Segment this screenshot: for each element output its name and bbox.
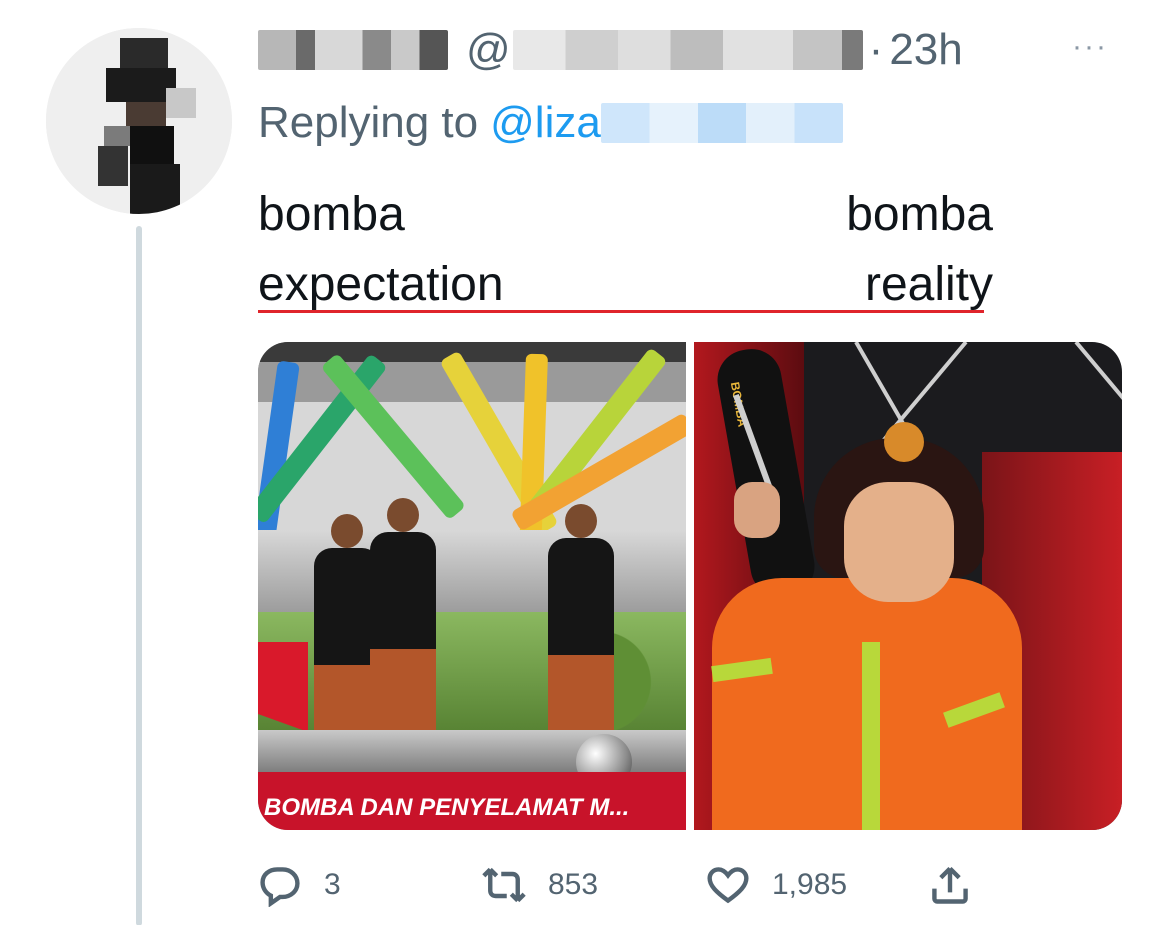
text-right-column: bomba reality: [846, 180, 993, 320]
share-icon: [932, 866, 968, 904]
more-icon[interactable]: ···: [1072, 30, 1108, 64]
handle-at: @: [466, 25, 511, 74]
display-name-redacted[interactable]: [258, 30, 448, 70]
truck-banner-text: BOMBA DAN PENYELAMAT M...: [264, 794, 630, 821]
suit-stripe: [862, 642, 880, 830]
like-button[interactable]: 1,985: [706, 860, 847, 910]
retweet-button[interactable]: 853: [482, 860, 598, 910]
reply-mention-link[interactable]: @liza: [490, 98, 601, 148]
reply-count: 3: [324, 868, 341, 901]
like-count: 1,985: [772, 868, 848, 901]
separator-dot: ·: [868, 25, 884, 74]
kid-fist: [734, 482, 780, 538]
reply-icon: [260, 867, 300, 907]
mention-redacted[interactable]: [600, 103, 843, 143]
tweet-actions: 3 853 1,985: [258, 860, 988, 910]
text-left-top: bomba: [258, 188, 405, 241]
retweet-count: 853: [548, 868, 599, 901]
red-underline: [258, 310, 984, 313]
replying-to: Replying to @liza: [258, 98, 843, 148]
handle-redacted[interactable]: [512, 30, 863, 70]
kid-face: [844, 482, 954, 602]
thread-line: [136, 226, 142, 925]
share-button[interactable]: [928, 860, 972, 910]
media-image-reality[interactable]: BOMBA: [694, 342, 1122, 830]
like-icon: [707, 867, 749, 904]
timestamp[interactable]: 23h: [889, 25, 962, 75]
reply-prefix: Replying to: [258, 98, 479, 147]
avatar-pixelated-image: [46, 28, 232, 214]
avatar[interactable]: [46, 28, 232, 214]
text-right-top: bomba: [846, 188, 993, 241]
reply-button[interactable]: 3: [258, 860, 341, 910]
text-left-column: bomba expectation: [258, 180, 504, 320]
retweet-icon: [482, 867, 526, 903]
tweet-header: @ · 23h: [258, 20, 1158, 80]
tweet-media: BOMBA DAN PENYELAMAT M... BOMBA: [258, 342, 1122, 830]
truck-banner: BOMBA DAN PENYELAMAT M...: [258, 772, 686, 830]
media-image-expectation[interactable]: BOMBA DAN PENYELAMAT M...: [258, 342, 686, 830]
